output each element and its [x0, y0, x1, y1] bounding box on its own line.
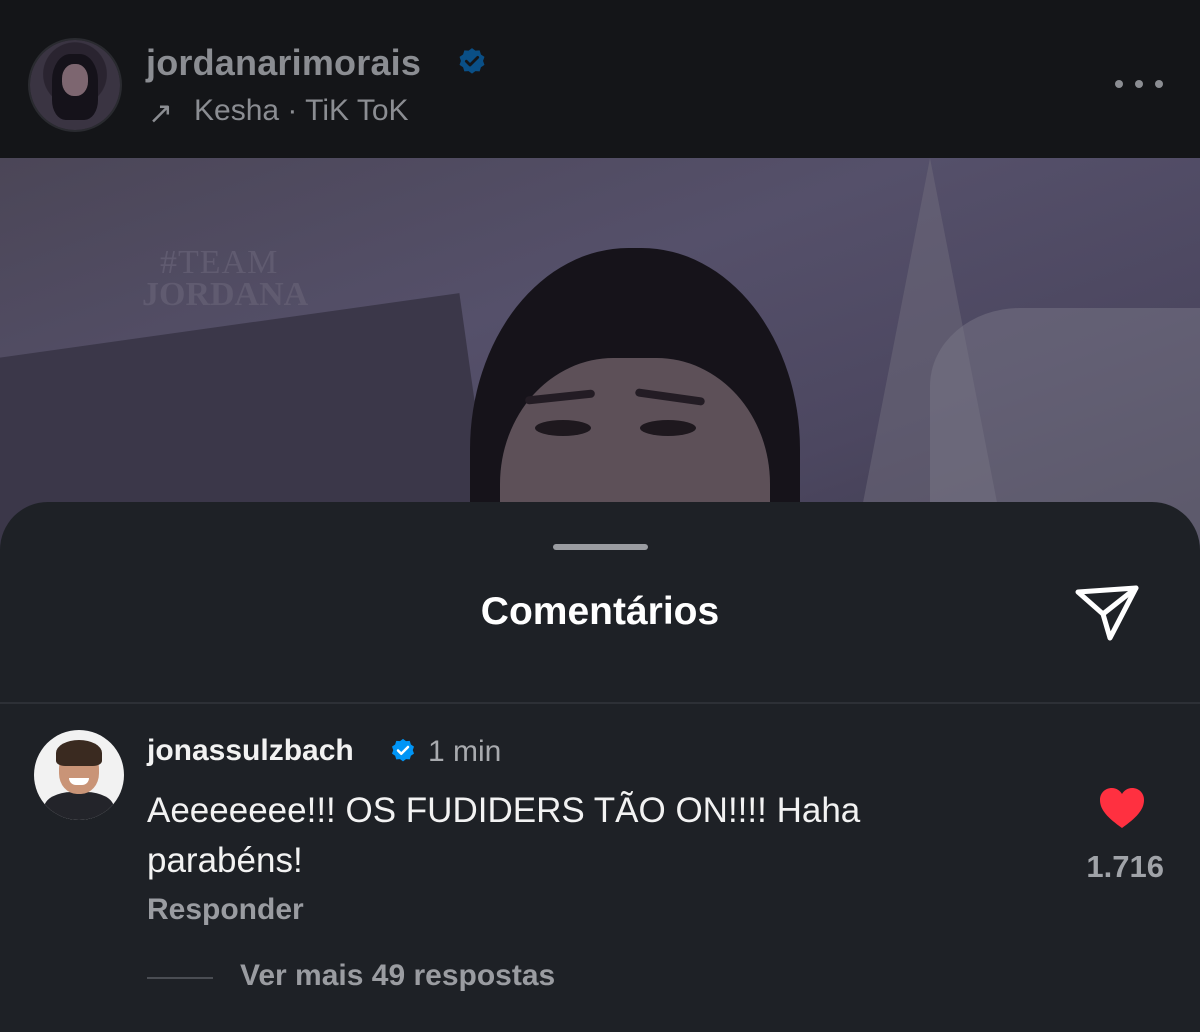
- heart-filled-icon[interactable]: [1098, 786, 1146, 830]
- person-eye-left: [535, 420, 591, 436]
- avatar-face: [62, 64, 88, 96]
- sheet-title: Comentários: [480, 590, 720, 633]
- sheet-divider: [0, 702, 1200, 704]
- post-header: jordanarimorais ↗ Kesha · TiK ToK: [0, 0, 1200, 158]
- verified-badge-icon: [392, 738, 414, 762]
- person-eye-right: [640, 420, 696, 436]
- comments-sheet: Comentários jonassulzbach 1 min Aeeeeeee…: [0, 502, 1200, 1032]
- comment-text: Aeeeeeee!!! OS FUDIDERS TÃO ON!!!! Haha …: [147, 791, 861, 880]
- view-replies-button[interactable]: Ver mais 49 respostas: [240, 959, 555, 993]
- watermark-team: #TEAM: [160, 244, 279, 281]
- comment-author-avatar[interactable]: [34, 730, 124, 820]
- comment-timestamp: 1 min: [428, 735, 502, 768]
- more-horizontal-icon[interactable]: [1115, 78, 1163, 90]
- arrow-up-right-icon: ↗: [148, 97, 174, 130]
- paper-plane-icon[interactable]: [1072, 582, 1142, 644]
- reply-button[interactable]: Responder: [147, 893, 304, 927]
- post-username[interactable]: jordanarimorais: [146, 42, 421, 84]
- verified-badge-icon: [459, 48, 485, 74]
- post-author-avatar[interactable]: [30, 40, 120, 130]
- replies-divider-line: [147, 977, 213, 979]
- watermark-name: JORDANA: [142, 276, 309, 313]
- avatar-shirt: [44, 792, 114, 820]
- comment-username[interactable]: jonassulzbach: [147, 734, 354, 768]
- like-count: 1.716: [1086, 849, 1164, 884]
- post-image[interactable]: #TEAM JORDANA: [0, 158, 1200, 558]
- post-audio-label[interactable]: Kesha · TiK ToK: [194, 94, 409, 128]
- sheet-drag-handle[interactable]: [553, 544, 648, 550]
- avatar-hair: [56, 740, 102, 766]
